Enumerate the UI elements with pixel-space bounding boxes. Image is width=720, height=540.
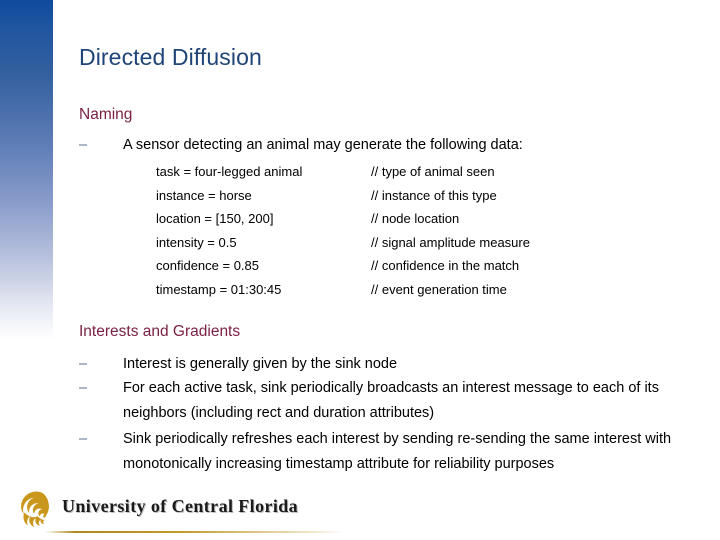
slide-footer: University of Central Florida [0, 482, 720, 540]
bullet-dash-icon: – [79, 380, 88, 396]
comment-cell: // event generation time [371, 281, 507, 297]
comment-cell: // confidence in the match [371, 258, 520, 273]
comment-cell: // signal amplitude measure [371, 234, 530, 250]
attribute-cell: intensity = 0.5 [156, 234, 237, 250]
list-item-text: Sink periodically refreshes each interes… [123, 431, 672, 472]
attribute-cell: task = four-legged animal [156, 164, 303, 179]
slide-canvas: Directed Diffusion Naming – A sensor det… [0, 0, 720, 540]
list-item: – For each active task, sink periodicall… [79, 376, 704, 426]
table-row: confidence = 0.85 // confidence in the m… [156, 254, 671, 278]
footer-organization-label: University of Central Florida [62, 496, 299, 516]
footer-gold-divider [45, 531, 345, 533]
table-row: timestamp = 01:30:45 // event generation… [156, 278, 671, 302]
page-title: Directed Diffusion [79, 44, 262, 70]
table-row: location = [150, 200] // node location [156, 207, 671, 231]
bullet-dash-icon: – [79, 137, 88, 153]
comment-cell: // type of animal seen [371, 164, 495, 179]
table-row: task = four-legged animal // type of ani… [156, 160, 671, 184]
section-heading-naming: Naming [79, 106, 133, 123]
table-row: intensity = 0.5 // signal amplitude meas… [156, 231, 671, 255]
list-item-text: Interest is generally given by the sink … [123, 356, 398, 372]
attribute-cell: timestamp = 01:30:45 [156, 281, 282, 297]
list-item: – A sensor detecting an animal may gener… [79, 133, 704, 158]
table-row: instance = horse // instance of this typ… [156, 184, 671, 208]
bullet-dash-icon: – [79, 356, 88, 372]
attribute-cell: instance = horse [156, 187, 252, 203]
attribute-cell: confidence = 0.85 [156, 258, 259, 273]
ucf-pegasus-logo-icon [10, 486, 58, 532]
list-item-text: For each active task, sink periodically … [123, 380, 659, 421]
attribute-cell: location = [150, 200] [156, 211, 274, 226]
section-heading-interests-and-gradients: Interests and Gradients [79, 323, 241, 340]
list-item: – Interest is generally given by the sin… [79, 352, 704, 377]
comment-cell: // node location [371, 211, 460, 226]
list-item-text: A sensor detecting an animal may generat… [123, 137, 523, 153]
bullet-dash-icon: – [79, 431, 88, 447]
comment-cell: // instance of this type [371, 187, 497, 203]
list-item: – Sink periodically refreshes each inter… [79, 427, 704, 477]
attribute-table: task = four-legged animal // type of ani… [156, 160, 671, 301]
